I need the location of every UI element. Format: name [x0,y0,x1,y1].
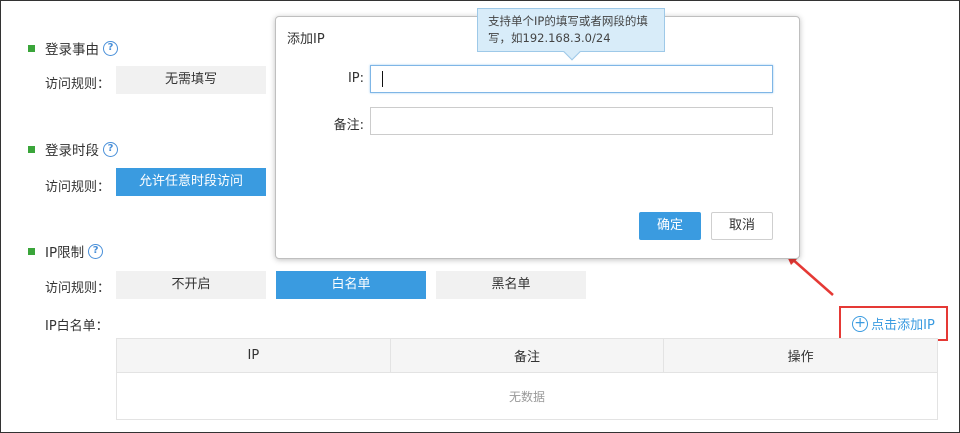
login-reason-title: 登录事由 ? [28,38,118,58]
section-marker [28,44,35,52]
ip-limit-option-whitelist[interactable]: 白名单 [276,271,426,299]
tooltip-line-1: 支持单个IP的填写或者网段的填 [488,14,648,28]
add-ip-button[interactable]: + 点击添加IP [839,306,948,341]
ip-limit-title: IP限制 ? [28,241,104,261]
column-header-note: 备注 [389,338,665,373]
add-ip-label: 点击添加IP [871,318,935,333]
note-input[interactable] [370,107,773,135]
ip-limit-option-off[interactable]: 不开启 [116,271,266,299]
cancel-button[interactable]: 取消 [711,212,773,240]
login-time-title-text: 登录时段 [45,143,99,159]
help-icon[interactable]: ? [103,141,118,157]
login-time-rule-label: 访问规则： [45,180,111,195]
help-icon[interactable]: ? [103,40,118,56]
section-marker [28,247,35,255]
note-field-label: 备注: [333,118,364,133]
confirm-button[interactable]: 确定 [639,212,701,240]
login-reason-title-text: 登录事由 [45,42,99,58]
login-time-option-any[interactable]: 允许任意时段访问 [116,168,266,196]
column-header-ip: IP [116,338,391,373]
table-empty-row: 无数据 [116,372,938,420]
text-caret [382,71,383,87]
help-icon[interactable]: ? [88,243,104,259]
ip-field-label: IP: [347,71,364,86]
table-header-row: IP 备注 操作 [116,338,938,373]
section-marker [28,145,35,153]
ip-whitelist-table: IP 备注 操作 无数据 [116,338,938,420]
login-reason-rule-label: 访问规则： [45,77,111,92]
ip-format-tooltip: 支持单个IP的填写或者网段的填 写，如192.168.3.0/24 [477,8,665,61]
add-ip-dialog: 添加IP IP: 备注: 确定 取消 [275,16,800,259]
ip-input[interactable] [370,65,773,93]
dialog-title: 添加IP [287,32,325,47]
ip-limit-option-blacklist[interactable]: 黑名单 [436,271,586,299]
ip-limit-rule-label: 访问规则： [45,281,111,296]
ip-whitelist-label: IP白名单： [45,319,109,334]
page-frame: 登录事由 ? 访问规则： 无需填写 登录时段 ? 访问规则： 允许任意时段访问 … [0,0,960,433]
plus-circle-icon: + [852,315,869,332]
empty-state-text: 无数据 [116,372,938,420]
column-header-action: 操作 [663,338,938,373]
ip-limit-title-text: IP限制 [45,245,85,261]
login-reason-option-no-fill[interactable]: 无需填写 [116,66,266,94]
login-time-title: 登录时段 ? [28,139,118,159]
